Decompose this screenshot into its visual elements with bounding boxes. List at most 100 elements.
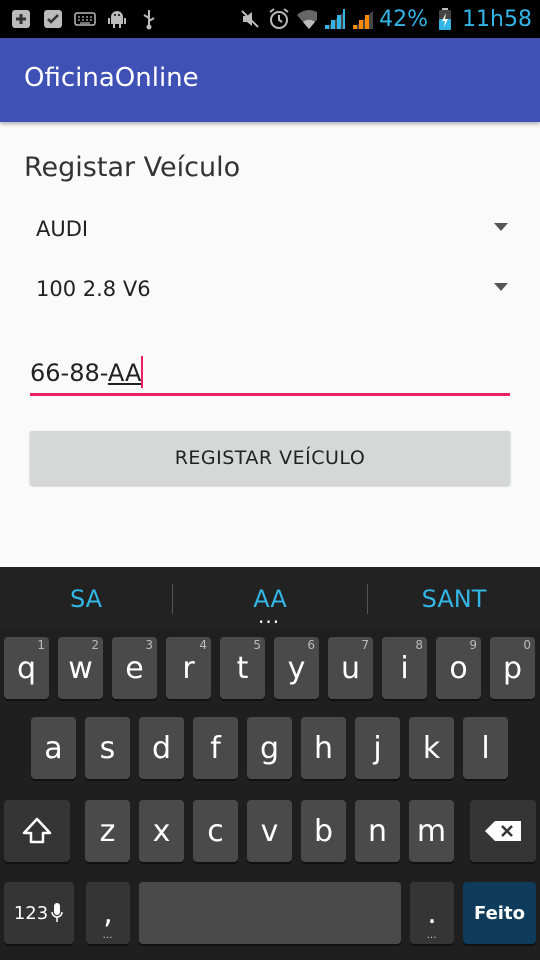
key-i[interactable]: i: [382, 637, 427, 699]
key-t[interactable]: t: [220, 637, 265, 699]
key-h[interactable]: h: [301, 717, 346, 779]
key-label: u: [340, 650, 360, 686]
signal-icon: [323, 8, 346, 30]
key-d[interactable]: d: [139, 717, 184, 779]
key-l[interactable]: l: [463, 717, 508, 779]
key-o[interactable]: o: [436, 637, 481, 699]
signal-icon: [351, 8, 374, 30]
key-s[interactable]: s: [85, 717, 130, 779]
backspace-icon: [485, 821, 521, 841]
key-label: n: [367, 813, 387, 849]
more-keys-indicator: …: [102, 930, 114, 941]
alarm-icon: [267, 8, 289, 30]
key-label: z: [99, 813, 116, 849]
clock: 11h58: [462, 6, 532, 32]
plate-prefix: 66-88-: [30, 359, 108, 387]
key-label: a: [44, 730, 63, 766]
key-q[interactable]: q: [4, 637, 49, 699]
done-key[interactable]: Feito: [463, 882, 536, 944]
plate-input[interactable]: 66-88-AA: [30, 348, 510, 396]
key-label: e: [125, 650, 144, 686]
key-y[interactable]: y: [274, 637, 319, 699]
wifi-icon: [295, 8, 318, 30]
period-key-label: .: [427, 895, 437, 931]
key-label: h: [313, 730, 333, 766]
app-title: OficinaOnline: [24, 63, 199, 93]
key-label: l: [481, 730, 490, 766]
key-j[interactable]: j: [355, 717, 400, 779]
backspace-key[interactable]: [470, 800, 536, 862]
key-label: s: [99, 730, 116, 766]
numbers-key-label: 123: [13, 902, 49, 924]
period-key[interactable]: . …: [410, 882, 454, 944]
key-label: y: [287, 650, 306, 686]
text-caret: [141, 356, 144, 388]
key-label: v: [260, 813, 279, 849]
comma-key[interactable]: , …: [86, 882, 130, 944]
add-notification-icon: [10, 8, 32, 30]
usb-icon: [138, 8, 160, 30]
page-title: Registar Veículo: [24, 152, 241, 183]
more-keys-indicator: …: [426, 930, 438, 941]
battery-icon: [434, 8, 456, 30]
plate-value: 66-88-AA: [30, 356, 144, 388]
register-vehicle-button[interactable]: REGISTAR VEÍCULO: [30, 431, 510, 485]
keyboard-icon: [74, 8, 96, 30]
key-e[interactable]: e: [112, 637, 157, 699]
key-c[interactable]: c: [193, 800, 238, 862]
key-p[interactable]: p: [490, 637, 535, 699]
app-bar: OficinaOnline: [0, 38, 540, 122]
key-label: b: [313, 813, 334, 849]
key-label: w: [68, 650, 93, 686]
key-label: j: [373, 730, 382, 766]
key-label: g: [259, 730, 280, 766]
key-a[interactable]: a: [31, 717, 76, 779]
dropdown-arrow-icon: [494, 283, 508, 291]
battery-percent: 42%: [379, 6, 429, 32]
android-debug-icon: [106, 8, 128, 30]
plate-composing-text: AA: [107, 359, 142, 387]
key-label: t: [236, 650, 249, 686]
key-v[interactable]: v: [247, 800, 292, 862]
suggestion-3[interactable]: SANT: [368, 585, 540, 613]
status-bar: 42% 11h58: [0, 0, 540, 38]
comma-key-label: ,: [103, 895, 113, 931]
key-n[interactable]: n: [355, 800, 400, 862]
key-label: k: [422, 730, 441, 766]
key-x[interactable]: x: [139, 800, 184, 862]
key-label: c: [207, 813, 224, 849]
key-m[interactable]: m: [409, 800, 454, 862]
brand-spinner[interactable]: AUDI: [24, 204, 516, 254]
key-u[interactable]: u: [328, 637, 373, 699]
more-suggestions-icon[interactable]: ...: [258, 606, 280, 626]
key-label: r: [182, 650, 195, 686]
brand-value: AUDI: [36, 217, 89, 241]
key-r[interactable]: r: [166, 637, 211, 699]
key-label: p: [502, 650, 523, 686]
numbers-key[interactable]: 123: [4, 882, 74, 944]
key-b[interactable]: b: [301, 800, 346, 862]
key-label: f: [210, 730, 221, 766]
microphone-icon: [51, 903, 63, 922]
key-label: q: [16, 650, 37, 686]
key-f[interactable]: f: [193, 717, 238, 779]
dropdown-arrow-icon: [494, 223, 508, 231]
key-label: i: [400, 650, 409, 686]
shift-icon: [22, 817, 52, 844]
key-g[interactable]: g: [247, 717, 292, 779]
suggestion-strip: SA AA SANT ...: [0, 567, 540, 629]
model-spinner[interactable]: 100 2.8 V6: [24, 264, 516, 314]
space-key[interactable]: [139, 882, 401, 944]
key-label: o: [449, 650, 468, 686]
key-label: d: [151, 730, 172, 766]
key-w[interactable]: w: [58, 637, 103, 699]
key-label: x: [152, 813, 171, 849]
model-value: 100 2.8 V6: [36, 277, 151, 301]
key-label: m: [416, 813, 447, 849]
key-k[interactable]: k: [409, 717, 454, 779]
suggestion-1[interactable]: SA: [0, 585, 172, 613]
check-notification-icon: [42, 8, 64, 30]
shift-key[interactable]: [4, 800, 70, 862]
soft-keyboard: SA AA SANT ... qwe r t yu i op asd f gh j k l zxcv…: [0, 567, 540, 960]
key-z[interactable]: z: [85, 800, 130, 862]
